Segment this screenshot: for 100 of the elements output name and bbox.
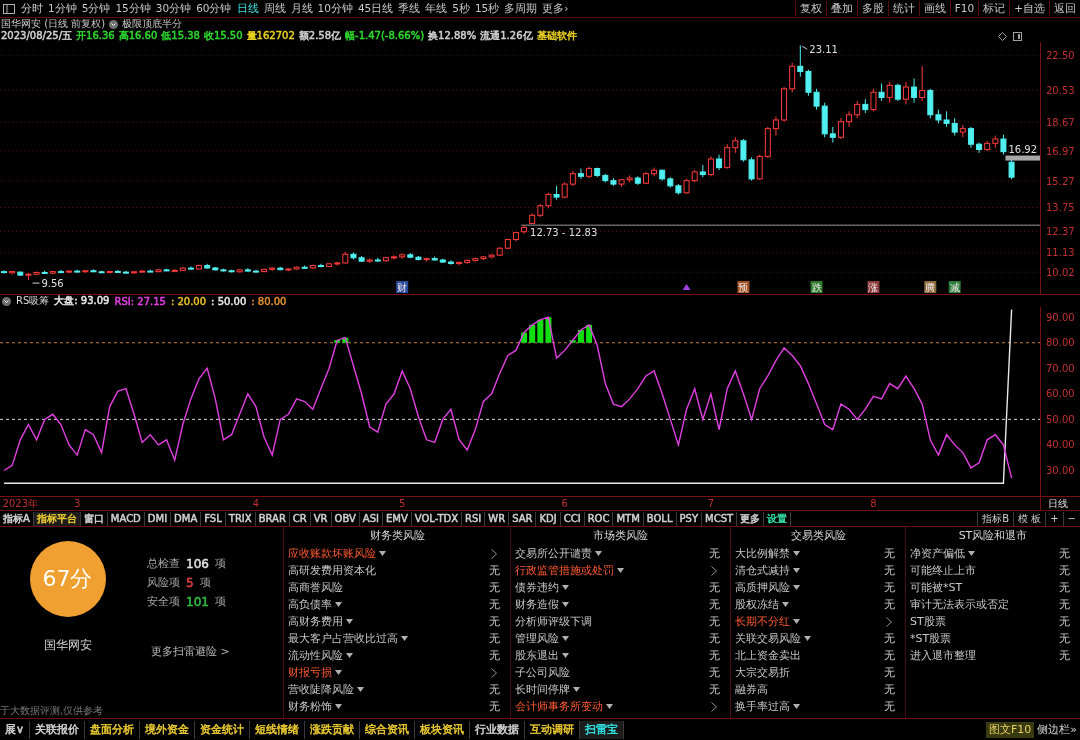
indicator-tab[interactable]: OBV <box>331 511 360 526</box>
risk-item[interactable]: 长期不分红 <box>735 614 790 629</box>
bottom-tab[interactable]: 行业数据 <box>470 720 526 739</box>
toggle-icon[interactable] <box>2 296 11 306</box>
risk-item[interactable]: 高负债率 <box>288 597 332 612</box>
caret-icon[interactable] <box>573 687 580 692</box>
risk-item[interactable]: 清仓式减持 <box>735 563 790 578</box>
caret-icon[interactable] <box>335 670 342 675</box>
bottom-tab[interactable]: 境外资金 <box>140 720 196 739</box>
period-tab[interactable]: 15分钟 <box>112 1 153 16</box>
caret-icon[interactable] <box>346 619 353 624</box>
toolbar-button[interactable]: 统计 <box>887 1 919 16</box>
risk-item[interactable]: 财报亏损 <box>288 665 332 680</box>
risk-item[interactable]: 行政监管措施或处罚 <box>515 563 614 578</box>
risk-item[interactable]: 债券违约 <box>515 580 559 595</box>
risk-item[interactable]: 大比例解禁 <box>735 546 790 561</box>
risk-item[interactable]: 财务造假 <box>515 597 559 612</box>
risk-item[interactable]: 高研发费用资本化 <box>288 563 376 578</box>
bottom-tab[interactable]: 盘面分析 <box>85 720 141 739</box>
indicator-button[interactable]: 指标B <box>977 511 1014 526</box>
risk-item[interactable]: *ST股票 <box>910 631 952 646</box>
risk-item[interactable]: 股东退出 <box>515 648 559 663</box>
caret-icon[interactable] <box>793 585 800 590</box>
bottom-tab[interactable]: 关联报价 <box>30 720 86 739</box>
caret-icon[interactable] <box>793 619 800 624</box>
toolbar-button[interactable]: 返回 <box>1049 1 1080 16</box>
period-tab[interactable]: 分时 <box>18 1 45 16</box>
indicator-tab[interactable]: ROC <box>584 511 614 526</box>
risk-item[interactable]: 应收账款坏账风险 <box>288 546 376 561</box>
risk-item[interactable]: 高财务费用 <box>288 614 343 629</box>
chevron-icon[interactable] <box>711 701 717 712</box>
panel-icon[interactable] <box>1013 31 1022 41</box>
caret-icon[interactable] <box>562 602 569 607</box>
bottom-tab[interactable]: 板块资讯 <box>415 720 471 739</box>
chevron-icon[interactable] <box>491 667 497 678</box>
bottom-tab[interactable]: 综合资讯 <box>360 720 416 739</box>
caret-icon[interactable] <box>562 636 569 641</box>
risk-item[interactable]: 可能终止上市 <box>910 563 976 578</box>
risk-item[interactable]: 股权冻结 <box>735 597 779 612</box>
caret-icon[interactable] <box>335 602 342 607</box>
caret-icon[interactable] <box>357 687 364 692</box>
bottom-tab[interactable]: 涨跌贡献 <box>305 720 361 739</box>
indicator-tab[interactable]: 更多 <box>737 511 765 526</box>
indicator-tab[interactable]: RSI <box>462 511 486 526</box>
risk-item[interactable]: 换手率过高 <box>735 699 790 714</box>
more-link[interactable]: 更多扫雷避险 > <box>151 644 230 659</box>
risk-item[interactable]: 可能被*ST <box>910 580 963 595</box>
side-button[interactable]: 侧边栏» <box>1034 721 1080 738</box>
period-tab[interactable]: 年线 <box>422 1 450 16</box>
period-tab[interactable]: 月线 <box>287 1 315 16</box>
risk-item[interactable]: 高商誉风险 <box>288 580 343 595</box>
indicator-tab[interactable]: VR <box>310 511 332 526</box>
caret-icon[interactable] <box>595 551 602 556</box>
caret-icon[interactable] <box>793 551 800 556</box>
risk-item[interactable]: 最大客户占营收比过高 <box>288 631 398 646</box>
risk-item[interactable]: 管理风险 <box>515 631 559 646</box>
caret-icon[interactable] <box>606 704 613 709</box>
toolbar-button[interactable]: 画线 <box>918 1 950 16</box>
risk-item[interactable]: 交易所公开谴责 <box>515 546 592 561</box>
period-tab[interactable]: 5秒 <box>449 1 472 16</box>
indicator-tab[interactable]: EMV <box>383 511 412 526</box>
indicator-tab[interactable]: DMI <box>144 511 172 526</box>
period-tab[interactable]: 1分钟 <box>45 1 79 16</box>
period-tab[interactable]: 周线 <box>260 1 288 16</box>
toolbar-button[interactable]: F10 <box>949 1 979 16</box>
chevron-icon[interactable] <box>886 616 892 627</box>
risk-item[interactable]: 大宗交易折 <box>735 665 790 680</box>
toggle-icon[interactable] <box>109 19 119 29</box>
indicator-tab[interactable]: BOLL <box>643 511 677 526</box>
more-button[interactable]: 更多› <box>539 1 571 16</box>
indicator-tab[interactable]: MCST <box>702 511 738 526</box>
indicator-tab[interactable]: 指标平台 <box>33 511 81 526</box>
risk-item[interactable]: 进入退市整理 <box>910 648 976 663</box>
caret-icon[interactable] <box>793 568 800 573</box>
indicator-tab[interactable]: MACD <box>107 511 145 526</box>
risk-item[interactable]: 净资产偏低 <box>910 546 965 561</box>
indicator-tab[interactable]: TRIX <box>225 511 256 526</box>
layout-icon[interactable] <box>3 3 15 14</box>
bottom-tab[interactable]: 短线情绪 <box>250 720 306 739</box>
caret-icon[interactable] <box>782 602 789 607</box>
risk-item[interactable]: ST股票 <box>910 614 946 629</box>
indicator-tab[interactable]: BRAR <box>255 511 290 526</box>
indicator-button[interactable]: − <box>1062 511 1080 526</box>
indicator-tab[interactable]: SAR <box>509 511 537 526</box>
risk-item[interactable]: 北上资金卖出 <box>735 648 801 663</box>
bottom-tab[interactable]: 资金统计 <box>195 720 251 739</box>
risk-item[interactable]: 关联交易风险 <box>735 631 801 646</box>
caret-icon[interactable] <box>401 636 408 641</box>
indicator-tab[interactable]: KDJ <box>536 511 561 526</box>
caret-icon[interactable] <box>617 568 624 573</box>
period-tab[interactable]: 60分钟 <box>193 1 234 16</box>
risk-item[interactable]: 营收陡降风险 <box>288 682 354 697</box>
indicator-tab[interactable]: FSL <box>201 511 226 526</box>
chevron-icon[interactable] <box>491 548 497 559</box>
toolbar-button[interactable]: 复权 <box>794 1 826 16</box>
indicator-tab[interactable]: CCI <box>560 511 585 526</box>
indicator-tab[interactable]: CR <box>289 511 311 526</box>
toolbar-button[interactable]: 标记 <box>978 1 1010 16</box>
indicator-tab[interactable]: 窗口 <box>80 511 108 526</box>
bottom-tab[interactable]: 展∨ <box>0 720 31 739</box>
